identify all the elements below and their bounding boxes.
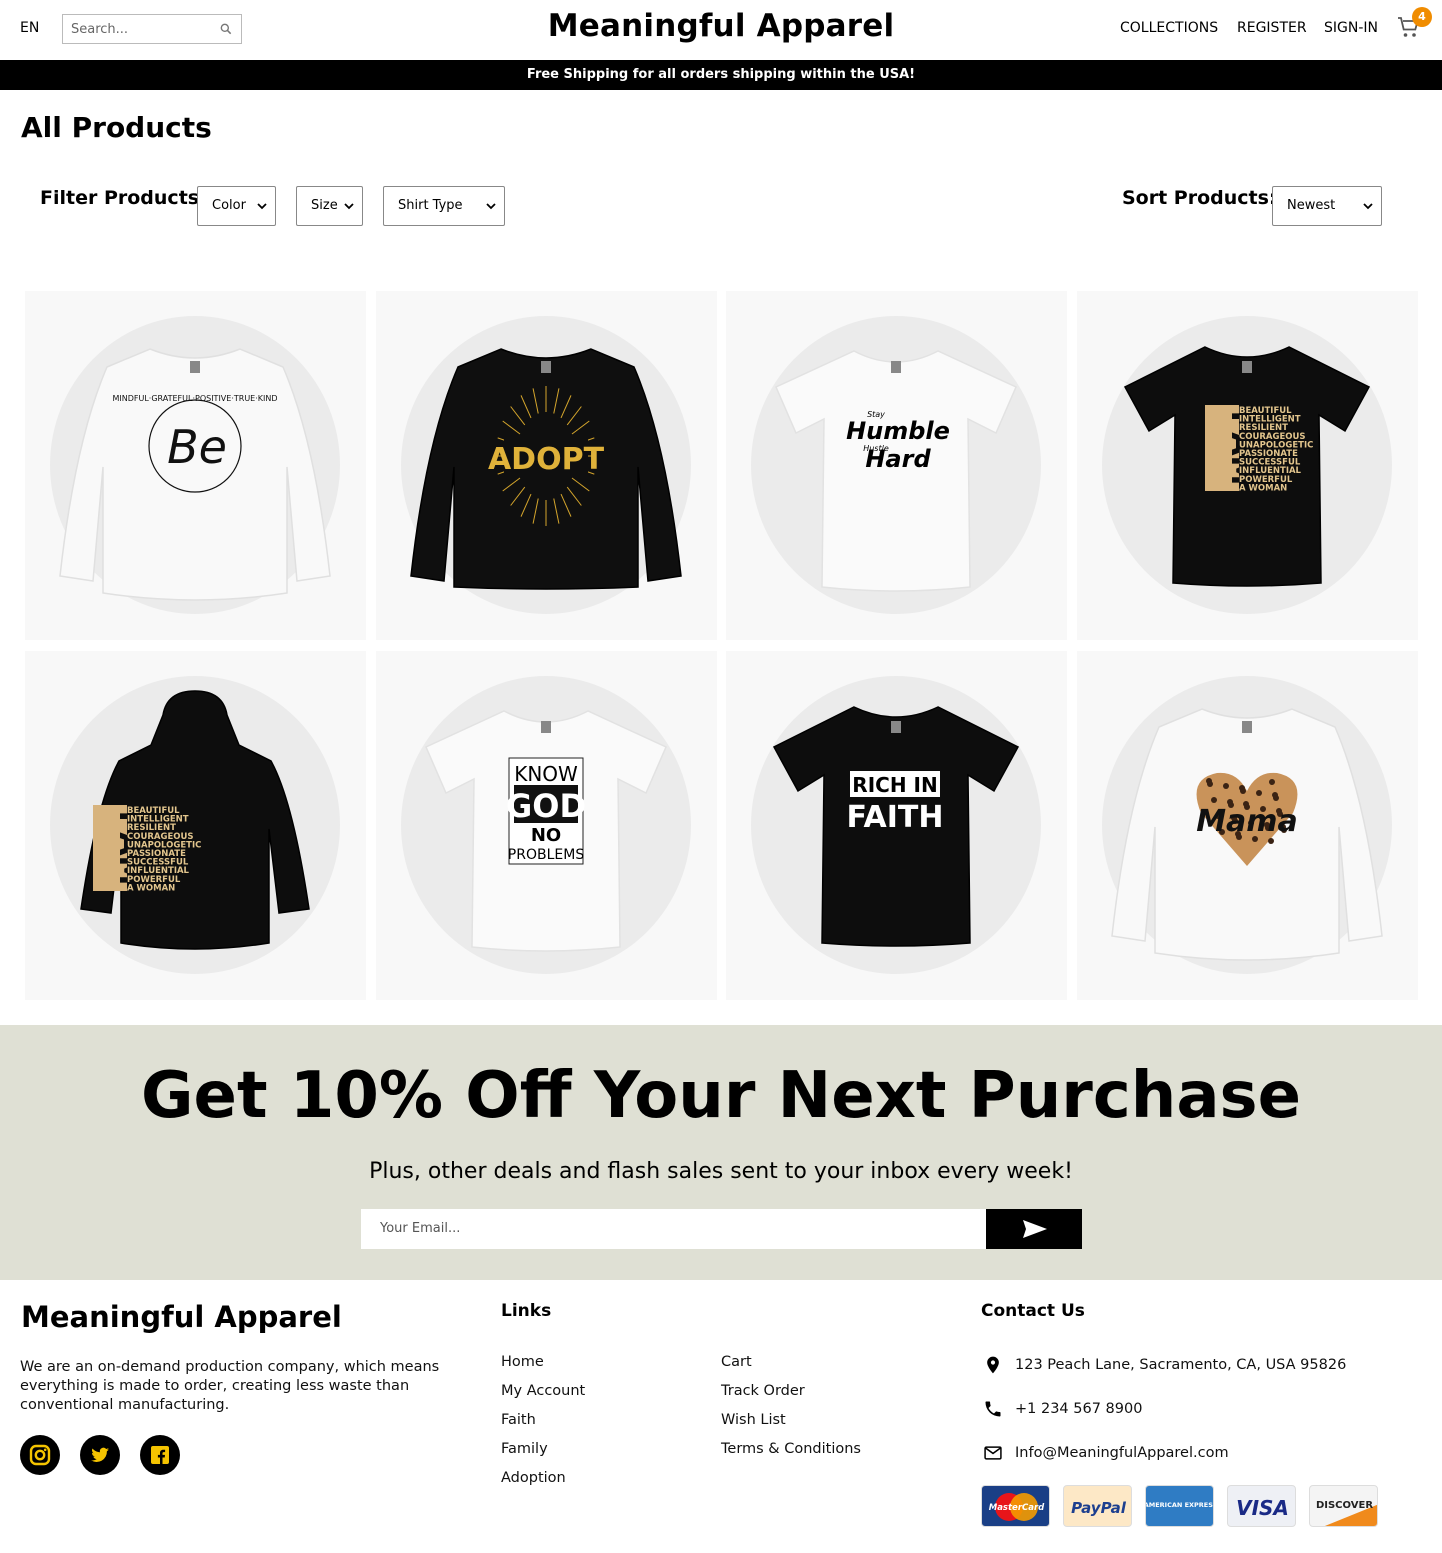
newsletter-title: Get 10% Off Your Next Purchase: [141, 1059, 1301, 1133]
newsletter-email-input[interactable]: Your Email...: [361, 1209, 986, 1249]
sort-label: Sort Products:: [1122, 187, 1277, 209]
product-image: ADOPT: [410, 348, 682, 590]
print-text: Be: [167, 420, 227, 474]
cart-count-badge: 4: [1412, 7, 1432, 27]
product-image: Mama: [1111, 708, 1383, 961]
print-text: Humble: [846, 417, 950, 445]
newsletter-submit-button[interactable]: [986, 1209, 1082, 1249]
shirt-type-filter-select[interactable]: Shirt Type: [383, 186, 505, 226]
visa-logo: VISA: [1227, 1485, 1296, 1527]
print-text: RICH IN: [852, 773, 937, 797]
mastercard-text: MasterCard: [989, 1503, 1045, 1513]
product-card[interactable]: I AM BEAUTIFUL INTELLIGENT RESILIENT COURAGE…: [1077, 291, 1418, 640]
size-filter-value: Size: [311, 198, 338, 213]
chevron-down-icon: [486, 203, 496, 210]
chevron-down-icon: [257, 203, 267, 210]
product-image: I AMBEAUTIFULINTELLIGENTRESILIENTCOURAGE…: [80, 690, 310, 950]
print-text: A WOMAN: [127, 883, 175, 893]
footer-description: We are an on-demand production company, …: [20, 1359, 440, 1413]
print-text: PROBLEMS: [508, 847, 585, 863]
sort-select[interactable]: Newest: [1272, 186, 1382, 226]
print-text: ADOPT: [488, 442, 605, 477]
discover-logo: DISCOVER: [1309, 1485, 1378, 1527]
twitter-icon: [91, 1447, 109, 1462]
contact-email[interactable]: Info@MeaningfulApparel.com: [1015, 1445, 1229, 1461]
print-text: FAITH: [846, 800, 943, 835]
mastercard-logo: MasterCard: [981, 1485, 1050, 1527]
print-text: KNOW: [514, 762, 578, 786]
instagram-icon: [29, 1444, 51, 1466]
print-text: GOD: [506, 787, 586, 825]
product-card[interactable]: RICH IN FAITH: [726, 651, 1067, 1000]
footer-link[interactable]: Family: [501, 1441, 548, 1457]
print-text: A WOMAN: [1239, 483, 1287, 493]
site-header: EN Meaningful Apparel COLLECTIONS REGIST…: [0, 0, 1442, 60]
nav-register[interactable]: REGISTER: [1237, 20, 1307, 36]
print-text: MINDFUL·GRATEFUL·POSITIVE·TRUE·KIND: [112, 394, 277, 403]
color-filter-value: Color: [212, 198, 246, 213]
print-text: Hard: [865, 445, 931, 473]
product-image: MINDFUL·GRATEFUL·POSITIVE·TRUE·KIND Be: [59, 348, 331, 601]
filter-label: Filter Products:: [40, 187, 207, 209]
links-heading: Links: [501, 1301, 552, 1321]
instagram-link[interactable]: [20, 1435, 60, 1475]
amex-logo: AMERICAN EXPRESS: [1145, 1485, 1214, 1527]
facebook-link[interactable]: [140, 1435, 180, 1475]
product-image: I AMBEAUTIFULINTELLIGENTRESILIENTCOURAGE…: [1123, 346, 1371, 587]
footer-logo[interactable]: Meaningful Apparel: [21, 1300, 342, 1334]
contact-heading: Contact Us: [981, 1301, 1085, 1321]
mail-icon: [984, 1446, 1002, 1460]
phone-icon: [985, 1401, 1001, 1417]
paypal-logo: PayPal: [1063, 1485, 1132, 1527]
location-pin-icon: [987, 1356, 999, 1374]
newsletter-subtitle: Plus, other deals and flash sales sent t…: [369, 1159, 1073, 1184]
product-card[interactable]: MINDFUL·GRATEFUL·POSITIVE·TRUE·KIND Be: [25, 291, 366, 640]
product-card[interactable]: ADOPT: [376, 291, 717, 640]
chevron-down-icon: [344, 203, 354, 210]
send-icon: [1023, 1220, 1047, 1238]
footer-link[interactable]: Cart: [721, 1354, 752, 1370]
contact-phone[interactable]: +1 234 567 8900: [1015, 1401, 1142, 1417]
shipping-banner: Free Shipping for all orders shipping wi…: [0, 60, 1442, 90]
contact-address: 123 Peach Lane, Sacramento, CA, USA 9582…: [1015, 1357, 1347, 1373]
paypal-text: PayPal: [1071, 1499, 1127, 1517]
footer-link[interactable]: My Account: [501, 1383, 585, 1399]
facebook-icon: [151, 1446, 169, 1464]
footer-link[interactable]: Adoption: [501, 1470, 566, 1486]
site-logo[interactable]: Meaningful Apparel: [0, 8, 1442, 44]
footer-link[interactable]: Home: [501, 1354, 544, 1370]
sort-value: Newest: [1287, 198, 1336, 213]
footer-link[interactable]: Wish List: [721, 1412, 786, 1428]
amex-text: AMERICAN EXPRESS: [1146, 1501, 1214, 1509]
newsletter-section: Get 10% Off Your Next Purchase Plus, oth…: [0, 1025, 1442, 1280]
color-filter-select[interactable]: Color: [197, 186, 276, 226]
size-filter-select[interactable]: Size: [296, 186, 363, 226]
product-card[interactable]: I AM BEAUTIFUL INTELLIGENT RESILIENT COURAGE…: [25, 651, 366, 1000]
product-image: RICH IN FAITH: [772, 706, 1020, 947]
chevron-down-icon: [1363, 203, 1373, 210]
product-card[interactable]: Stay Humble Hustle Hard: [726, 291, 1067, 640]
footer-link[interactable]: Faith: [501, 1412, 536, 1428]
nav-collections[interactable]: COLLECTIONS: [1120, 20, 1218, 36]
product-image: KNOWGODNOPROBLEMS: [425, 710, 667, 952]
product-card[interactable]: Mama: [1077, 651, 1418, 1000]
page-title: All Products: [21, 111, 212, 144]
product-image: StayHumbleHustleHard: [775, 350, 1017, 592]
shirt-type-filter-value: Shirt Type: [398, 198, 463, 213]
visa-text: VISA: [1236, 1496, 1289, 1520]
discover-text: DISCOVER: [1316, 1500, 1373, 1511]
print-text: NO: [531, 825, 561, 846]
product-card[interactable]: KNOW GOD NO PROBLEMS: [376, 651, 717, 1000]
nav-signin[interactable]: SIGN-IN: [1324, 20, 1378, 36]
footer-link[interactable]: Terms & Conditions: [721, 1441, 861, 1457]
twitter-link[interactable]: [80, 1435, 120, 1475]
footer-link[interactable]: Track Order: [721, 1383, 805, 1399]
print-text: Mama: [1196, 804, 1298, 839]
